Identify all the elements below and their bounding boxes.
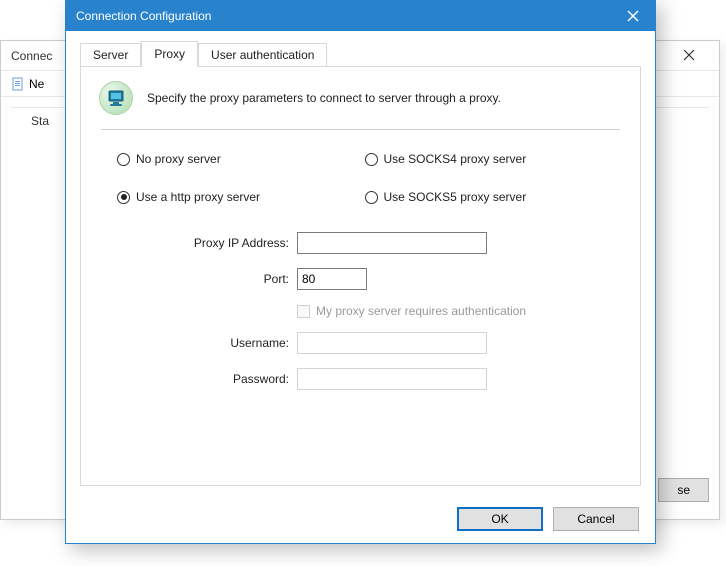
tab-user-auth[interactable]: User authentication xyxy=(198,43,327,66)
radio-no-proxy[interactable]: No proxy server xyxy=(117,152,357,166)
tab-proxy[interactable]: Proxy xyxy=(141,41,198,67)
row-auth-checkbox: My proxy server requires authentication xyxy=(99,304,622,318)
background-close-button[interactable]: se xyxy=(658,478,709,502)
radio-icon xyxy=(117,191,130,204)
cancel-button[interactable]: Cancel xyxy=(553,507,639,531)
panel-divider xyxy=(101,129,620,130)
proxy-form: Proxy IP Address: Port: My proxy server … xyxy=(99,214,622,390)
row-password: Password: xyxy=(99,368,622,390)
document-icon xyxy=(11,77,25,91)
panel-header: Specify the proxy parameters to connect … xyxy=(99,81,622,129)
radio-label: Use SOCKS5 proxy server xyxy=(384,190,527,204)
proxy-ip-label: Proxy IP Address: xyxy=(99,236,289,250)
row-username: Username: xyxy=(99,332,622,354)
tab-strip: Server Proxy User authentication xyxy=(80,41,641,66)
dialog-button-row: OK Cancel xyxy=(66,503,655,543)
tab-server[interactable]: Server xyxy=(80,43,141,66)
auth-required-checkbox[interactable]: My proxy server requires authentication xyxy=(297,304,622,318)
background-toolbar-label[interactable]: Ne xyxy=(29,77,44,91)
radio-label: Use SOCKS4 proxy server xyxy=(384,152,527,166)
password-label: Password: xyxy=(99,372,289,386)
username-input xyxy=(297,332,487,354)
radio-label: Use a http proxy server xyxy=(136,190,260,204)
port-label: Port: xyxy=(99,272,289,286)
radio-icon xyxy=(117,153,130,166)
proxy-type-group: No proxy server Use SOCKS4 proxy server … xyxy=(99,152,622,214)
password-input xyxy=(297,368,487,390)
radio-socks4[interactable]: Use SOCKS4 proxy server xyxy=(365,152,605,166)
radio-icon xyxy=(365,153,378,166)
close-icon[interactable] xyxy=(610,1,655,31)
background-close-icon[interactable] xyxy=(669,48,709,64)
background-buttonbar: se xyxy=(658,465,709,515)
radio-icon xyxy=(365,191,378,204)
row-proxy-ip: Proxy IP Address: xyxy=(99,232,622,254)
dialog-title: Connection Configuration xyxy=(76,9,211,23)
connection-config-dialog: Connection Configuration Server Proxy Us… xyxy=(65,0,656,544)
tab-panel-proxy: Specify the proxy parameters to connect … xyxy=(80,66,641,486)
panel-description: Specify the proxy parameters to connect … xyxy=(147,91,501,105)
port-input[interactable] xyxy=(297,268,367,290)
proxy-ip-input[interactable] xyxy=(297,232,487,254)
radio-http-proxy[interactable]: Use a http proxy server xyxy=(117,190,357,204)
dialog-content: Server Proxy User authentication Specify… xyxy=(66,31,655,503)
username-label: Username: xyxy=(99,336,289,350)
dialog-titlebar[interactable]: Connection Configuration xyxy=(66,1,655,31)
radio-label: No proxy server xyxy=(136,152,221,166)
checkbox-icon xyxy=(297,305,310,318)
background-title: Connec xyxy=(11,49,52,63)
auth-checkbox-label: My proxy server requires authentication xyxy=(316,304,526,318)
ok-button[interactable]: OK xyxy=(457,507,543,531)
network-settings-icon xyxy=(99,81,133,115)
radio-socks5[interactable]: Use SOCKS5 proxy server xyxy=(365,190,605,204)
row-port: Port: xyxy=(99,268,622,290)
